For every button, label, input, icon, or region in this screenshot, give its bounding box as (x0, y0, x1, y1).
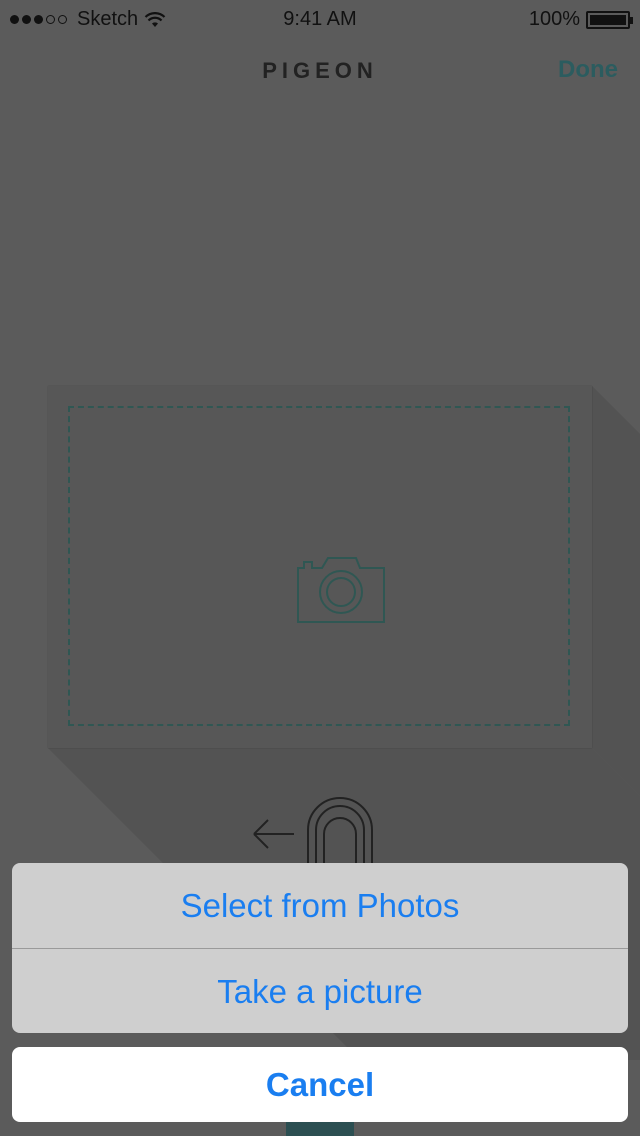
camera-icon (297, 557, 385, 623)
take-picture-button[interactable]: Take a picture (12, 949, 628, 1033)
swipe-left-gesture-icon (253, 797, 373, 864)
action-sheet: Select from Photos Take a picture (12, 863, 628, 1033)
photo-card (48, 386, 592, 748)
cancel-button[interactable]: Cancel (12, 1047, 628, 1122)
photo-dropzone[interactable] (68, 406, 570, 726)
select-from-photos-button[interactable]: Select from Photos (12, 863, 628, 948)
bottom-tab-indicator (286, 1122, 354, 1136)
